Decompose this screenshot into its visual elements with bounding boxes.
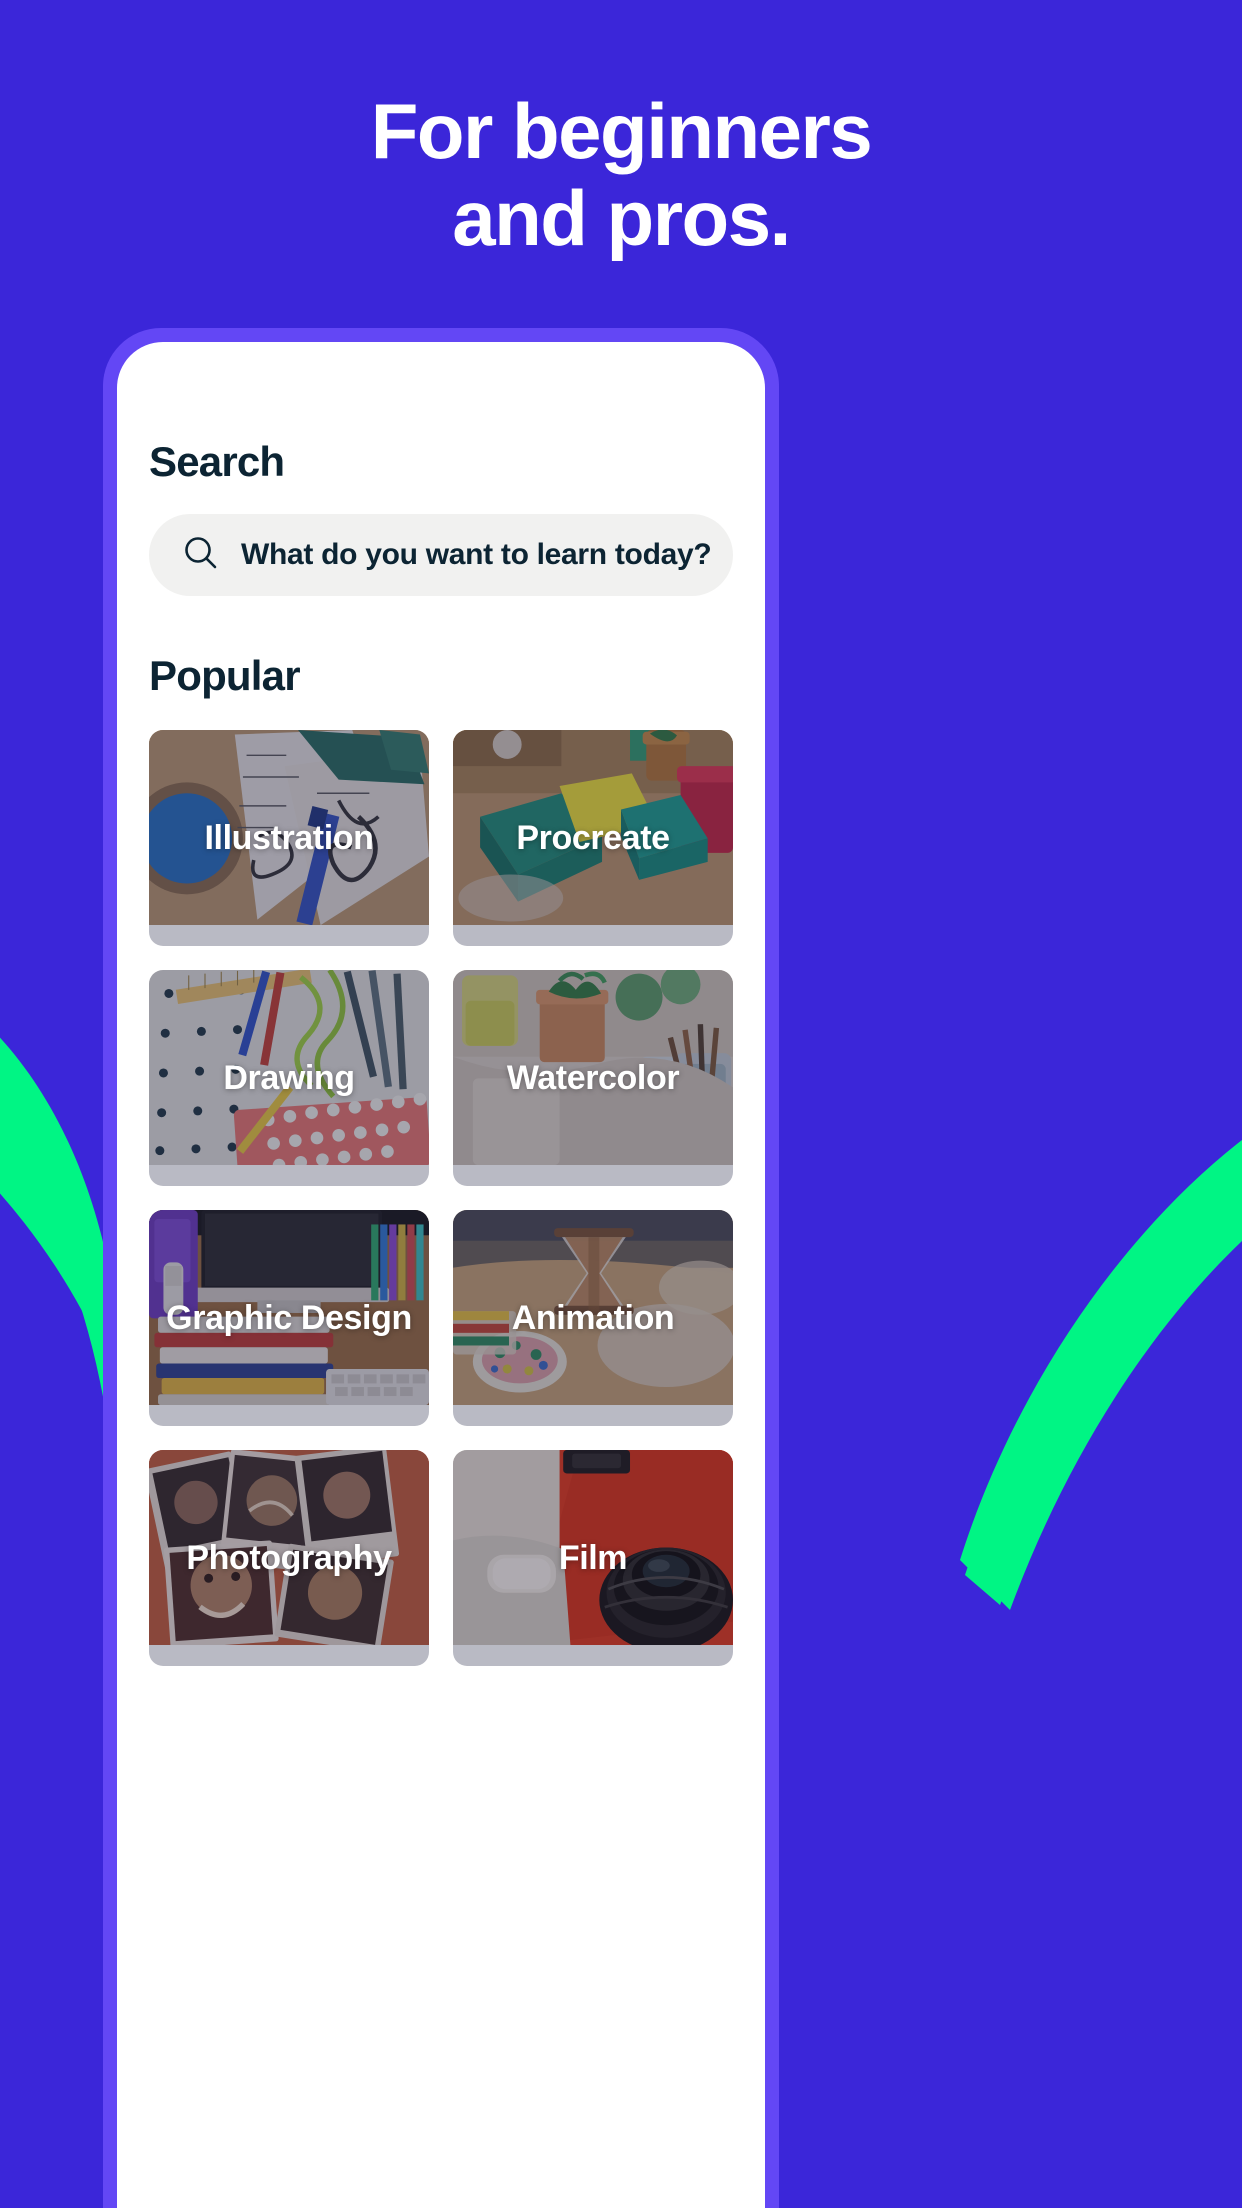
category-card-film[interactable]: Film: [453, 1450, 733, 1666]
category-label: Drawing: [223, 1058, 355, 1097]
phone-mockup: Search What do you want to learn today? …: [103, 328, 779, 2208]
category-label: Procreate: [516, 818, 670, 857]
category-card-graphic-design[interactable]: Graphic Design: [149, 1210, 429, 1426]
search-icon: [181, 533, 221, 578]
category-label: Photography: [186, 1538, 392, 1577]
category-card-drawing[interactable]: Drawing: [149, 970, 429, 1186]
category-card-photography[interactable]: Photography: [149, 1450, 429, 1666]
popular-heading: Popular: [149, 652, 301, 699]
search-input[interactable]: What do you want to learn today?: [149, 514, 733, 596]
category-label: Graphic Design: [166, 1298, 412, 1337]
search-placeholder-text: What do you want to learn today?: [241, 538, 712, 571]
category-card-watercolor[interactable]: Watercolor: [453, 970, 733, 1186]
category-grid: Illustration Procreate Drawing Watercolo…: [149, 730, 733, 1666]
category-label: Film: [558, 1538, 628, 1577]
phone-screen: Search What do you want to learn today? …: [117, 342, 765, 2208]
headline-line-1: For beginners: [370, 87, 873, 175]
category-card-procreate[interactable]: Procreate: [453, 730, 733, 946]
headline-line-2: and pros.: [452, 174, 791, 263]
search-heading: Search: [149, 438, 285, 485]
page-headline: For beginners and pros.: [0, 87, 1242, 263]
category-label: Watercolor: [506, 1058, 680, 1097]
category-label: Animation: [511, 1298, 675, 1337]
category-card-animation[interactable]: Animation: [453, 1210, 733, 1426]
category-card-illustration[interactable]: Illustration: [149, 730, 429, 946]
category-label: Illustration: [204, 818, 374, 857]
